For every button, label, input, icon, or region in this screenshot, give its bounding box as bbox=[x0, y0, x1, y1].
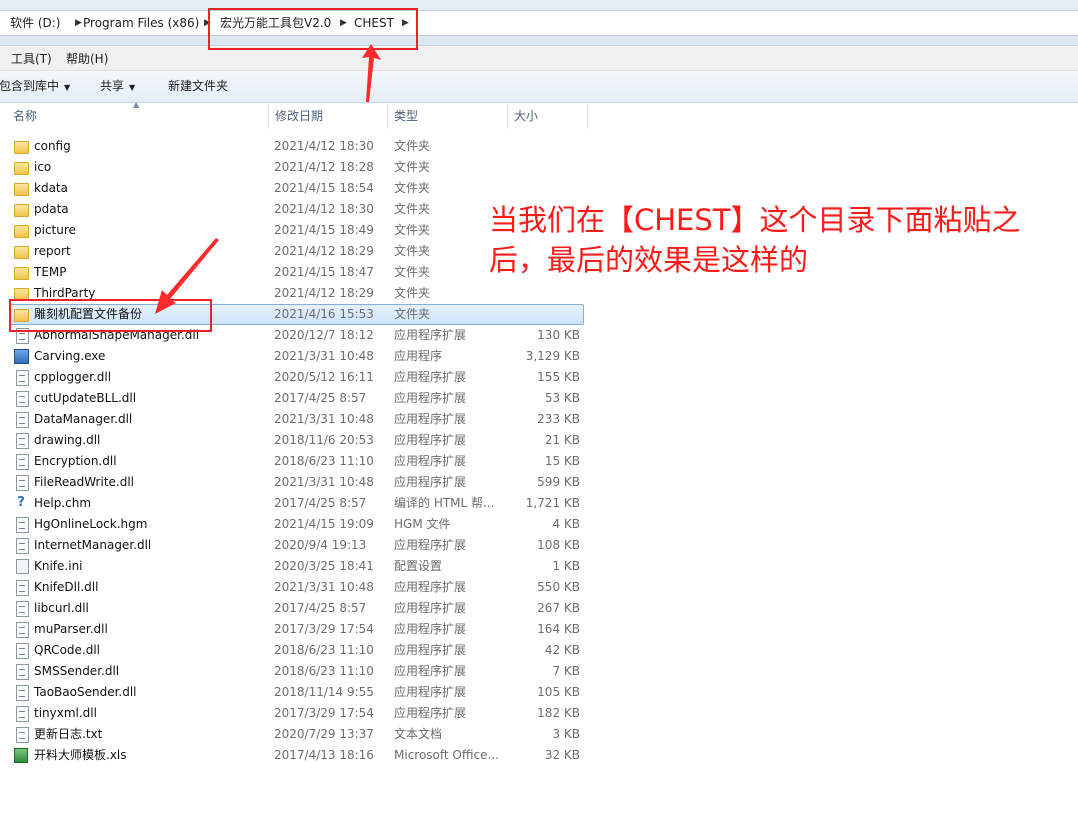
annotation-arrows bbox=[155, 44, 381, 314]
arrow-to-folder bbox=[155, 238, 219, 314]
arrow-to-breadcrumb bbox=[362, 44, 381, 102]
